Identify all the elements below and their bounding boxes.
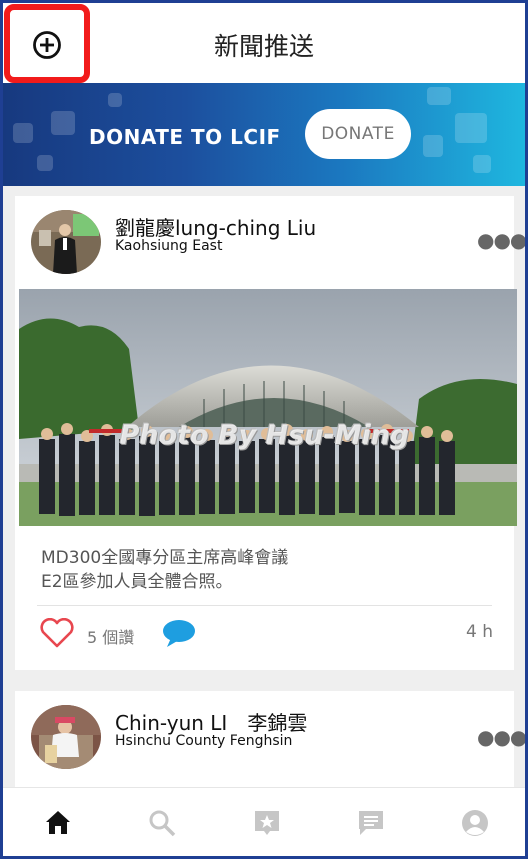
divider	[37, 605, 492, 606]
banner-decoration	[51, 111, 75, 135]
bottom-tab-bar	[3, 787, 525, 856]
chat-icon[interactable]	[356, 808, 386, 838]
banner-decoration	[455, 113, 487, 143]
profile-icon[interactable]	[460, 808, 490, 838]
home-icon[interactable]	[43, 808, 73, 838]
post-time: 4 h	[466, 622, 493, 642]
banner-decoration	[13, 123, 33, 143]
post-caption: MD300全國專分區主席高峰會議 E2區參加人員全體合照。	[41, 548, 289, 592]
like-count[interactable]: 5 個讚	[87, 624, 134, 648]
photo-watermark: Photo By Hsu-Ming	[119, 420, 410, 451]
banner-decoration	[423, 135, 443, 157]
donate-button[interactable]: DONATE	[305, 109, 411, 159]
plus-circle-icon	[33, 31, 61, 59]
banner-decoration	[108, 93, 122, 107]
top-header: 新聞推送	[3, 3, 525, 83]
post-author[interactable]: 劉龍慶lung-ching Liu	[115, 212, 316, 241]
banner-decoration	[37, 155, 53, 171]
avatar[interactable]	[31, 210, 101, 274]
post-card: 劉龍慶lung-ching Liu Kaohsiung East ●●● Pho…	[15, 196, 525, 670]
post-author[interactable]: Chin-yun LI 李錦雲	[115, 707, 307, 736]
app-frame: 新聞推送 DONATE TO LCIF DONATE 劉龍慶lung-ching…	[0, 0, 528, 859]
post-club: Kaohsiung East	[115, 238, 223, 254]
post-card: Chin-yun LI 李錦雲 Hsinchu County Fenghsin …	[15, 691, 525, 791]
post-photo[interactable]	[19, 289, 517, 526]
more-options-icon[interactable]: ●●●	[477, 228, 525, 252]
post-club: Hsinchu County Fenghsin	[115, 733, 293, 749]
heart-icon[interactable]	[39, 618, 75, 648]
avatar[interactable]	[31, 705, 101, 769]
add-post-button[interactable]	[4, 4, 90, 83]
more-options-icon[interactable]: ●●●	[477, 725, 525, 749]
comment-icon[interactable]	[161, 619, 197, 649]
search-icon[interactable]	[147, 808, 177, 838]
donate-label: DONATE TO LCIF	[89, 125, 281, 149]
star-badge-icon[interactable]	[252, 808, 282, 838]
banner-decoration	[427, 87, 451, 105]
donate-banner[interactable]: DONATE TO LCIF DONATE	[3, 83, 525, 186]
banner-decoration	[473, 155, 491, 173]
